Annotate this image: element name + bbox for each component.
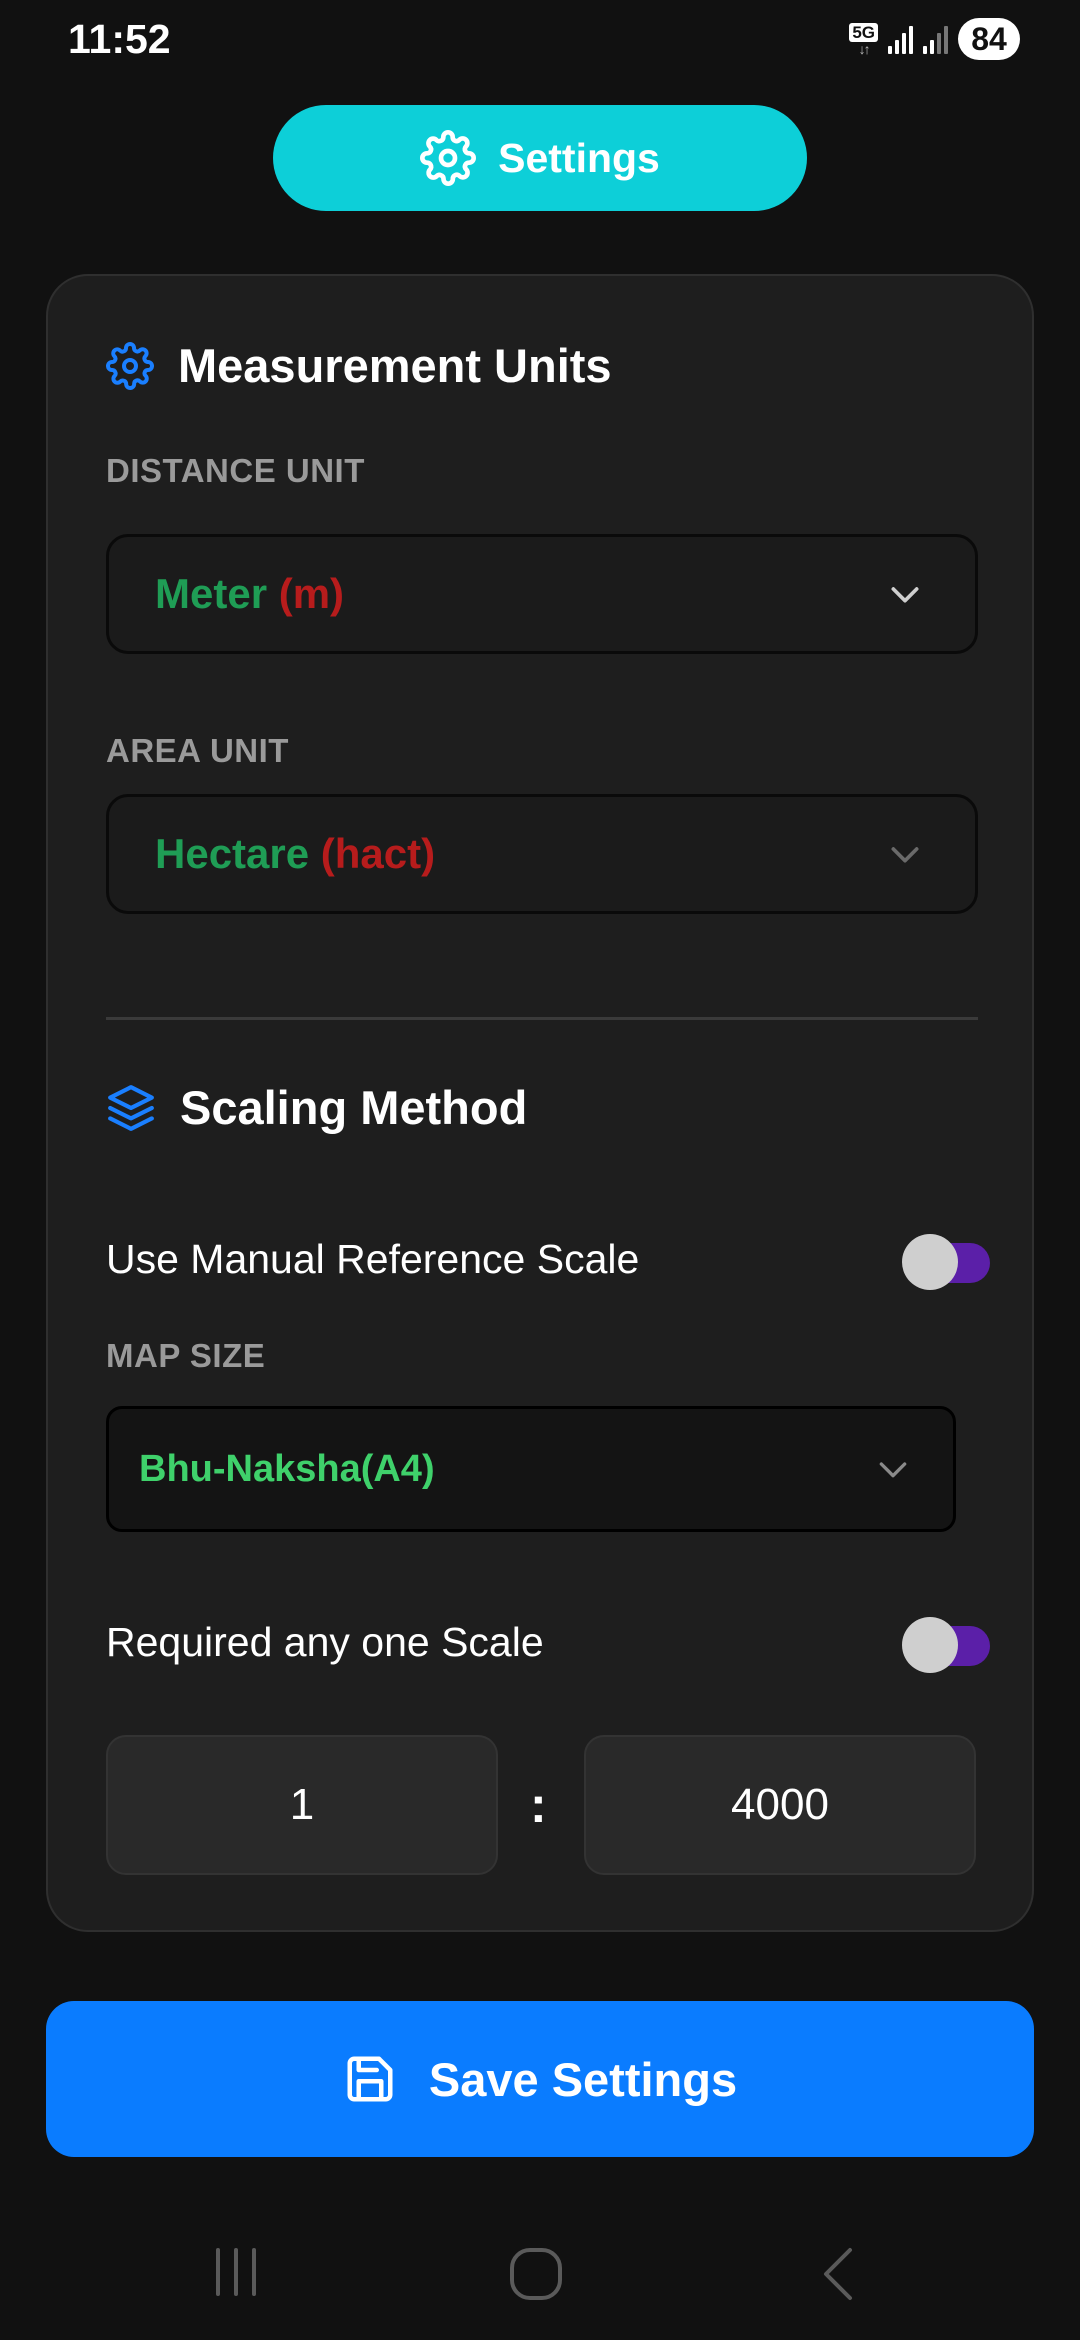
measurement-units-heading: Measurement Units bbox=[106, 338, 612, 393]
status-time: 11:52 bbox=[68, 16, 171, 62]
toggle-thumb bbox=[902, 1234, 958, 1290]
settings-header-button[interactable]: Settings bbox=[273, 105, 807, 211]
save-icon bbox=[347, 2056, 393, 2102]
home-icon[interactable] bbox=[506, 2244, 566, 2304]
manual-scale-toggle[interactable] bbox=[902, 1234, 994, 1290]
network-type: 5G bbox=[849, 22, 878, 42]
map-size-value: Bhu-Naksha(A4) bbox=[139, 1447, 435, 1490]
save-settings-button[interactable]: Save Settings bbox=[46, 2001, 1034, 2157]
signal-icon bbox=[888, 24, 913, 54]
map-size-label: MAP SIZE bbox=[106, 1337, 266, 1374]
area-unit-name: Hectare bbox=[155, 830, 310, 877]
chevron-down-icon bbox=[879, 1462, 907, 1478]
distance-unit-symbol: (m) bbox=[278, 570, 345, 617]
back-icon[interactable] bbox=[812, 2244, 868, 2304]
save-settings-label: Save Settings bbox=[428, 2052, 738, 2106]
gear-icon bbox=[106, 341, 154, 390]
map-size-select[interactable]: Bhu-Naksha(A4) bbox=[106, 1406, 956, 1532]
measurement-units-title: Measurement Units bbox=[178, 339, 612, 392]
manual-scale-row: Use Manual Reference Scale bbox=[106, 1224, 994, 1294]
area-unit-symbol: (hact) bbox=[320, 830, 436, 877]
scaling-method-heading: Scaling Method bbox=[106, 1080, 527, 1135]
scale-denominator-input[interactable]: 4000 bbox=[584, 1735, 976, 1875]
recents-icon[interactable] bbox=[206, 2244, 266, 2300]
settings-card: Measurement Units DISTANCE UNIT Meter (m… bbox=[46, 274, 1034, 1932]
area-unit-value: Hectare (hact) bbox=[155, 830, 929, 878]
status-bar: 11:52 5G ↓↑ 84 bbox=[0, 0, 1080, 84]
distance-unit-select[interactable]: Meter (m) bbox=[106, 534, 978, 654]
navigation-bar bbox=[0, 2230, 1080, 2320]
required-scale-row: Required any one Scale bbox=[106, 1607, 994, 1677]
manual-scale-label: Use Manual Reference Scale bbox=[106, 1235, 640, 1282]
gear-icon bbox=[420, 130, 477, 186]
header-title: Settings bbox=[498, 134, 660, 181]
chevron-down-icon bbox=[891, 587, 919, 603]
scale-separator: : bbox=[530, 1777, 547, 1833]
battery-indicator: 84 bbox=[958, 18, 1020, 60]
distance-unit-label: DISTANCE UNIT bbox=[106, 452, 365, 489]
network-arrows-icon: ↓↑ bbox=[858, 40, 871, 57]
status-icons: 5G ↓↑ 84 bbox=[849, 18, 1020, 60]
signal-secondary-icon bbox=[923, 24, 948, 54]
section-divider bbox=[106, 1017, 978, 1020]
distance-unit-name: Meter bbox=[155, 570, 268, 617]
scaling-method-title: Scaling Method bbox=[180, 1081, 528, 1134]
network-badge: 5G ↓↑ bbox=[849, 22, 878, 57]
toggle-thumb bbox=[902, 1617, 958, 1673]
required-scale-label: Required any one Scale bbox=[106, 1618, 544, 1665]
layers-icon bbox=[108, 1084, 154, 1131]
distance-unit-value: Meter (m) bbox=[155, 570, 929, 618]
chevron-down-icon bbox=[891, 847, 919, 863]
area-unit-label: AREA UNIT bbox=[106, 732, 289, 769]
area-unit-select[interactable]: Hectare (hact) bbox=[106, 794, 978, 914]
scale-numerator-input[interactable]: 1 bbox=[106, 1735, 498, 1875]
required-scale-toggle[interactable] bbox=[902, 1617, 994, 1673]
